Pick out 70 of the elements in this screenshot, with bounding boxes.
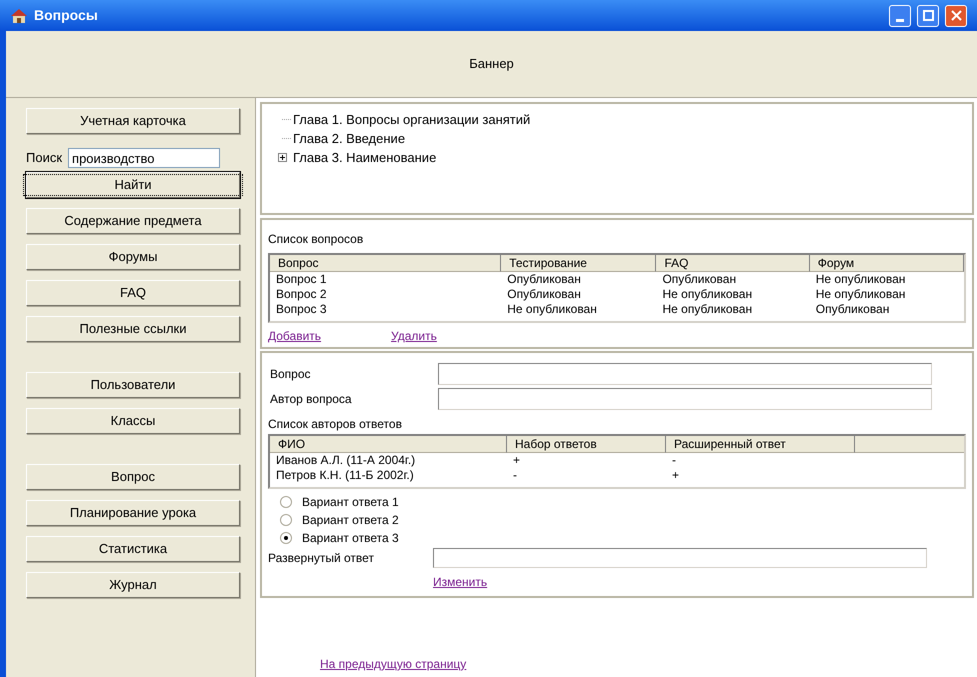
table-cell: Вопрос 2 xyxy=(276,287,327,301)
search-label: Поиск xyxy=(26,149,62,168)
link[interactable]: Изменить xyxy=(433,575,488,589)
expand-icon[interactable] xyxy=(278,153,287,162)
field-label: Развернутый ответ xyxy=(268,550,375,567)
sidebar-button[interactable]: Классы xyxy=(26,408,240,434)
sidebar-button[interactable]: Содержание предмета xyxy=(26,208,240,234)
column-header[interactable]: FAQ xyxy=(656,255,810,272)
link[interactable]: Добавить xyxy=(268,327,322,345)
sidebar-button[interactable]: Планирование урока xyxy=(26,500,240,526)
sidebar-button[interactable]: Полезные ссылки xyxy=(26,316,240,342)
sidebar-button[interactable]: Найти xyxy=(26,172,240,198)
column-header[interactable]: ФИО xyxy=(270,436,507,453)
sidebar-button[interactable]: Статистика xyxy=(26,536,240,562)
column-header[interactable]: Вопрос xyxy=(270,255,502,272)
column-header[interactable]: Тестирование xyxy=(501,255,656,272)
maximize-icon xyxy=(922,10,934,21)
close-icon xyxy=(950,10,962,21)
tree-item[interactable]: Глава 3. Наименование xyxy=(293,148,436,168)
column-header[interactable]: Форум xyxy=(810,255,964,272)
section-title: Список вопросов xyxy=(268,231,364,248)
table-cell: Не опубликован xyxy=(662,302,752,316)
table-cell: - xyxy=(672,453,676,467)
table-cell: Не опубликован xyxy=(816,272,906,286)
input-field[interactable] xyxy=(438,388,932,410)
table-cell: Опубликован xyxy=(507,272,581,286)
banner-text: Баннер xyxy=(469,55,514,74)
input-field[interactable] xyxy=(433,548,927,568)
minimize-button[interactable] xyxy=(889,4,911,26)
field-label: Автор вопроса xyxy=(269,390,353,408)
table-cell: Опубликован xyxy=(662,272,736,286)
sidebar-button[interactable]: Журнал xyxy=(26,572,240,598)
table-cell: Не опубликован xyxy=(816,287,906,301)
sidebar-button[interactable]: Форумы xyxy=(26,244,240,270)
radio-label: Вариант ответа 3 xyxy=(302,530,399,547)
radio-label: Вариант ответа 2 xyxy=(302,512,399,529)
window-title: Вопросы xyxy=(34,6,98,25)
table-cell: Опубликован xyxy=(507,287,581,301)
maximize-button[interactable] xyxy=(917,4,939,26)
search-field[interactable]: производство xyxy=(68,148,220,168)
tree-item[interactable]: Глава 1. Вопросы организации занятий xyxy=(293,110,530,130)
table-cell: Не опубликован xyxy=(662,287,752,301)
minimize-icon xyxy=(896,18,904,22)
radio-button[interactable] xyxy=(280,496,292,508)
link[interactable]: Удалить xyxy=(391,327,437,345)
table-cell: Опубликован xyxy=(816,302,890,316)
close-button[interactable] xyxy=(945,4,967,26)
table-cell: Иванов А.Л. (11-А 2004г.) xyxy=(276,453,416,467)
sidebar-button[interactable]: Пользователи xyxy=(26,372,240,398)
table-cell: Вопрос 1 xyxy=(276,272,327,286)
table-cell: Не опубликован xyxy=(507,302,597,316)
sidebar-button[interactable]: Учетная карточка xyxy=(26,108,240,134)
column-header[interactable]: Набор ответов xyxy=(507,436,666,453)
table-cell: + xyxy=(672,468,680,482)
column-header[interactable]: Расширенный ответ xyxy=(666,436,855,453)
table-cell: Петров К.Н. (11-Б 2002г.) xyxy=(276,468,414,482)
link[interactable]: На предыдущую страницу xyxy=(320,655,466,673)
table-cell: Вопрос 3 xyxy=(276,302,327,316)
radio-button[interactable] xyxy=(280,514,292,526)
table-cell: + xyxy=(513,453,520,467)
sidebar-button[interactable]: Вопрос xyxy=(26,464,240,490)
house-icon xyxy=(10,8,28,24)
sidebar-button[interactable]: FAQ xyxy=(26,280,240,306)
tree-item[interactable]: Глава 2. Введение xyxy=(293,128,406,148)
radio-button[interactable] xyxy=(280,532,292,544)
section-title: Список авторов ответов xyxy=(268,416,403,433)
table-cell: - xyxy=(513,468,517,482)
input-field[interactable] xyxy=(438,362,932,384)
field-label: Вопрос xyxy=(269,366,312,382)
radio-label: Вариант ответа 1 xyxy=(302,494,399,511)
